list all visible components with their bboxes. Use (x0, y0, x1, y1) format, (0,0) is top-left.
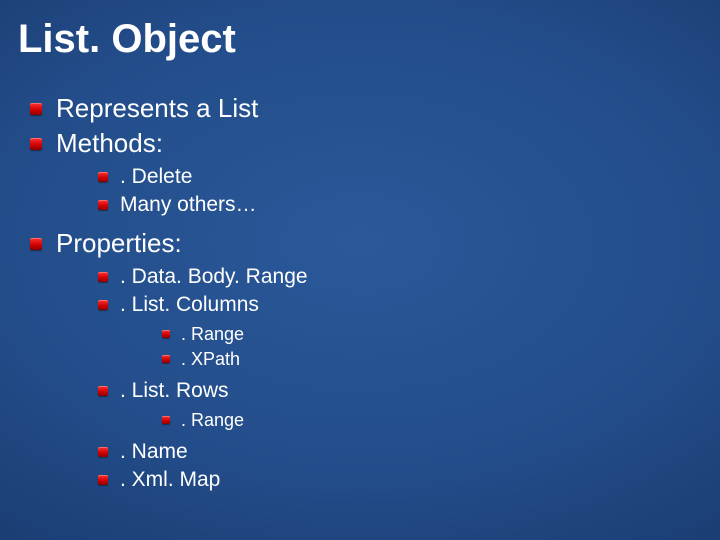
list-item: . XPath (162, 347, 259, 371)
list-item-label: Represents a List (56, 92, 258, 125)
list-item-label: Many others… (120, 191, 257, 218)
level2-list: . Data. Body. Range . List. Columns . Ra… (56, 263, 308, 493)
level1-list: Represents a List Methods: . Delete Many… (30, 92, 720, 499)
bullet-icon (98, 300, 108, 310)
list-item: . Name (98, 438, 308, 465)
bullet-icon (162, 416, 170, 424)
list-item: . Delete (98, 163, 257, 190)
bullet-icon (98, 475, 108, 485)
level3-list: . Range . XPath (120, 322, 259, 372)
bullet-icon (98, 386, 108, 396)
level3-list: . Range (120, 408, 244, 432)
bullet-icon (98, 272, 108, 282)
list-item-label: . Name (120, 438, 188, 465)
list-item: . Data. Body. Range (98, 263, 308, 290)
list-item: . Range (162, 408, 244, 432)
page-title: List. Object (0, 0, 720, 62)
list-item: Properties: . Data. Body. Range . List. … (30, 227, 720, 500)
list-item-label: . List. Rows (120, 379, 229, 402)
bullet-icon (30, 238, 42, 250)
list-item: . List. Rows . Range (98, 377, 308, 437)
slide-content: Represents a List Methods: . Delete Many… (0, 62, 720, 499)
list-item: . Xml. Map (98, 466, 308, 493)
slide: List. Object Represents a List Methods: … (0, 0, 720, 540)
level2-list: . Delete Many others… (56, 163, 257, 219)
list-item: Methods: . Delete Many others… (30, 127, 720, 225)
list-item: . Range (162, 322, 259, 346)
bullet-icon (98, 200, 108, 210)
list-item-label: . Range (181, 408, 244, 432)
list-item-label: Methods: (56, 128, 163, 158)
list-item-label: . Data. Body. Range (120, 263, 308, 290)
bullet-icon (162, 330, 170, 338)
list-item-label: . XPath (181, 347, 240, 371)
list-item-label: . Xml. Map (120, 466, 220, 493)
list-item: Many others… (98, 191, 257, 218)
bullet-icon (98, 447, 108, 457)
bullet-icon (30, 138, 42, 150)
bullet-icon (162, 355, 170, 363)
bullet-icon (98, 172, 108, 182)
list-item-label: . Delete (120, 163, 192, 190)
list-item-label: Properties: (56, 228, 182, 258)
list-item-label: . List. Columns (120, 293, 259, 316)
bullet-icon (30, 103, 42, 115)
list-item: . List. Columns . Range . XPath (98, 291, 308, 376)
list-item: Represents a List (30, 92, 720, 125)
list-item-label: . Range (181, 322, 244, 346)
